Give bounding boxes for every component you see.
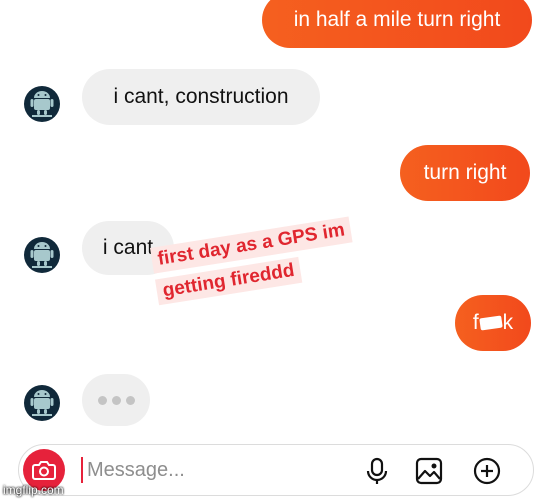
- typing-dot: [125, 395, 135, 405]
- avatar[interactable]: [24, 86, 60, 122]
- caption-sticker: first day as a GPS im getting fireddd: [150, 216, 359, 311]
- censor-bar: [478, 315, 503, 331]
- outgoing-message-bubble: f k: [455, 295, 531, 351]
- avatar[interactable]: [24, 237, 60, 273]
- android-robot-icon: [30, 242, 54, 268]
- watermark: imgflip.com: [3, 483, 64, 497]
- message-text-start: f: [472, 311, 479, 334]
- camera-icon: [32, 461, 56, 480]
- android-robot-icon: [30, 390, 54, 416]
- message-text: i cant, construction: [113, 85, 289, 108]
- outgoing-message-bubble: in half a mile turn right: [262, 0, 532, 48]
- outgoing-message-bubble: turn right: [400, 145, 530, 201]
- typing-dot: [111, 395, 121, 405]
- add-button[interactable]: [471, 455, 503, 487]
- incoming-message-bubble: i cant, construction: [82, 69, 320, 125]
- typing-indicator: [82, 374, 150, 426]
- avatar[interactable]: [24, 385, 60, 421]
- message-text: i cant: [102, 236, 154, 259]
- message-text-end: k: [502, 311, 514, 334]
- text-cursor: [81, 457, 83, 483]
- image-icon: [415, 457, 443, 485]
- message-text: turn right: [423, 161, 507, 184]
- android-robot-icon: [30, 91, 54, 117]
- gallery-button[interactable]: [413, 455, 445, 487]
- plus-circle-icon: [473, 457, 501, 485]
- microphone-button[interactable]: [361, 455, 393, 487]
- message-composer: [18, 444, 534, 496]
- message-input[interactable]: [87, 454, 347, 486]
- typing-dot: [97, 395, 107, 405]
- message-text: in half a mile turn right: [293, 8, 501, 31]
- microphone-icon: [366, 457, 388, 484]
